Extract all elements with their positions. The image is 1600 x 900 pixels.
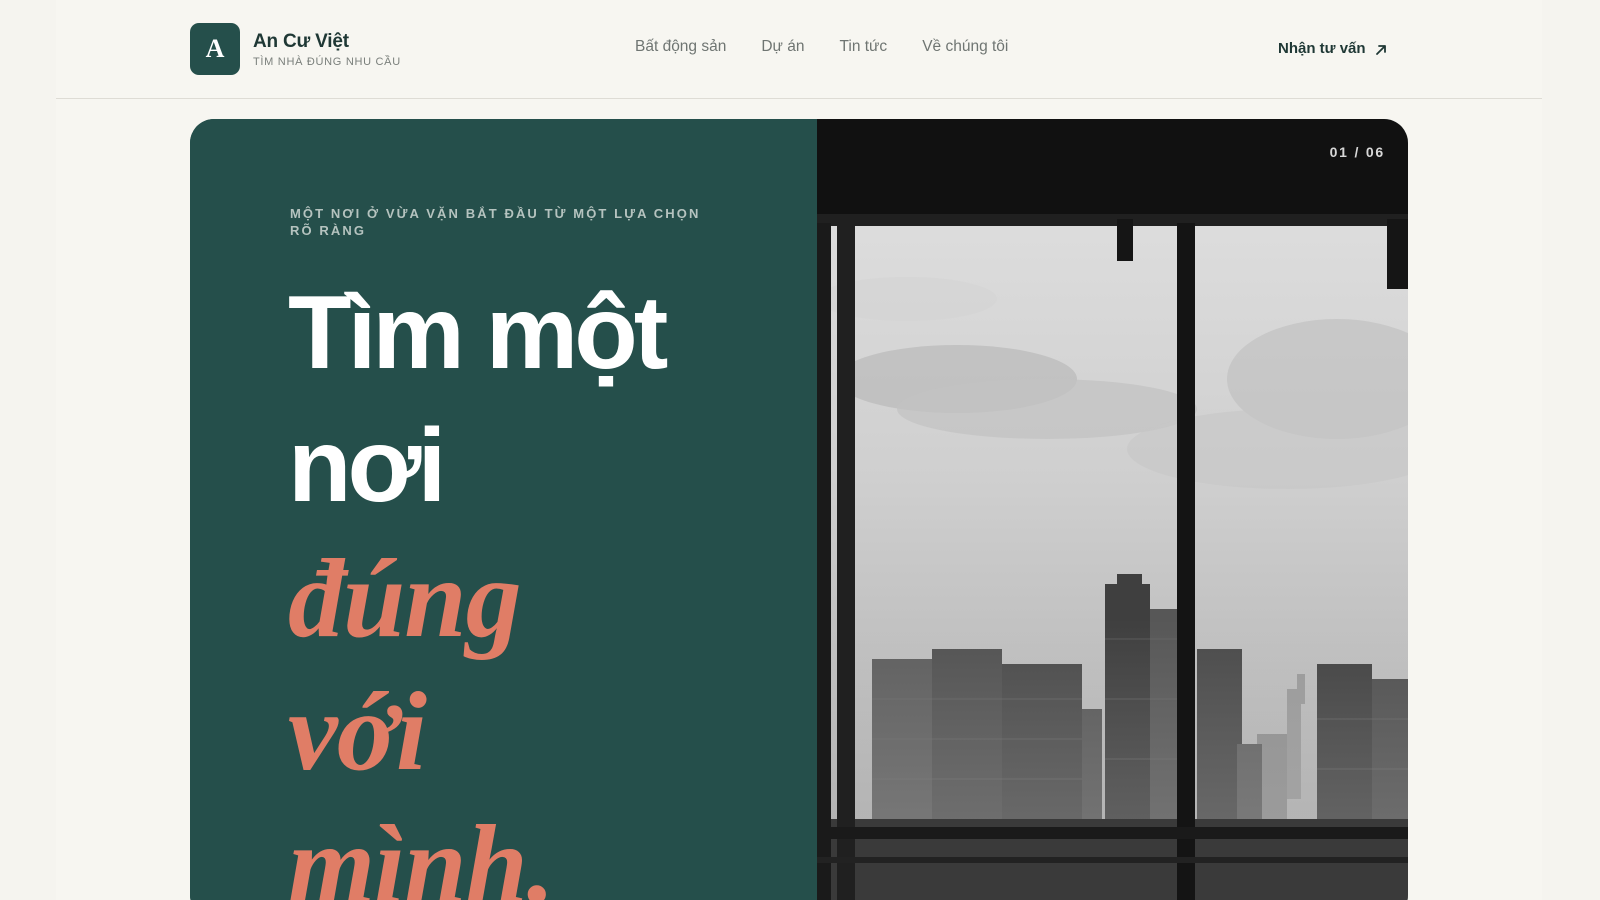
main-nav: Bất động sản Dự án Tin tức Về chúng tôi [635, 38, 1043, 56]
slide-counter: 01 / 06 [1329, 144, 1385, 160]
nav-link-ve-chung-toi[interactable]: Về chúng tôi [922, 38, 1008, 56]
hero-image: 01 / 06 [817, 119, 1408, 900]
brand-logo-link[interactable]: A An Cư Việt TÌM NHÀ ĐÚNG NHU CẦU [190, 23, 401, 75]
hero-headline: Tìm một nơi đúng với mình. [288, 267, 808, 900]
headline-accent-line-3: mình. [288, 803, 555, 900]
headline-accent-line-2: với [288, 670, 427, 794]
consult-cta-label: Nhận tư vấn [1278, 40, 1366, 57]
consult-cta-link[interactable]: Nhận tư vấn [1278, 40, 1387, 57]
nav-link-bat-dong-san[interactable]: Bất động sản [635, 38, 726, 56]
hero-eyebrow: MỘT NƠI Ở VỪA VẶN BẮT ĐẦU TỪ MỘT LỰA CHỌ… [290, 206, 701, 238]
hero-text-panel: MỘT NƠI Ở VỪA VẶN BẮT ĐẦU TỪ MỘT LỰA CHỌ… [190, 119, 817, 900]
city-window-photo-icon [817, 119, 1408, 900]
arrow-up-right-icon [1375, 43, 1387, 55]
headline-line-2: nơi [288, 408, 446, 524]
page: A An Cư Việt TÌM NHÀ ĐÚNG NHU CẦU Bất độ… [56, 0, 1542, 900]
hero-section: MỘT NƠI Ở VỪA VẶN BẮT ĐẦU TỪ MỘT LỰA CHỌ… [190, 119, 1408, 900]
headline-accent-line-1: đúng [288, 537, 522, 661]
nav-link-tin-tuc[interactable]: Tin tức [839, 38, 887, 56]
site-header: A An Cư Việt TÌM NHÀ ĐÚNG NHU CẦU Bất độ… [56, 0, 1542, 99]
headline-line-1: Tìm một [288, 275, 668, 391]
brand-name: An Cư Việt [253, 30, 349, 52]
brand-mark-icon: A [190, 23, 240, 75]
nav-link-du-an[interactable]: Dự án [761, 38, 804, 56]
brand-text: An Cư Việt TÌM NHÀ ĐÚNG NHU CẦU [253, 31, 401, 68]
brand-tagline: TÌM NHÀ ĐÚNG NHU CẦU [253, 55, 401, 68]
